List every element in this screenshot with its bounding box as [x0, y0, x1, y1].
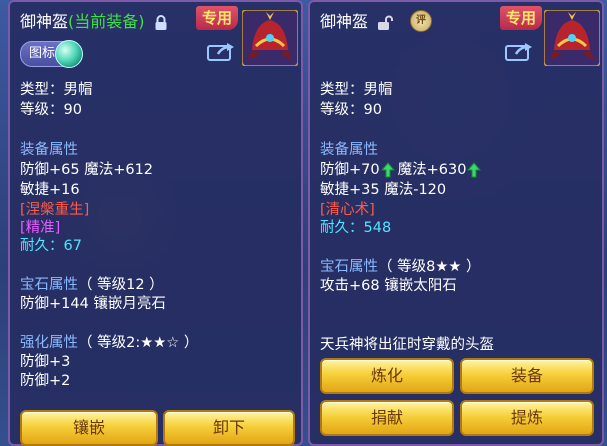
durability-label: 耐久： — [320, 220, 364, 236]
item-description: 天兵神将出征时穿戴的头盔 — [320, 337, 494, 353]
equip-attr-header: 装备属性 — [320, 142, 378, 158]
type-line: 类型：男帽 — [20, 82, 93, 98]
equipped-item-tooltip: 御神盔(当前装备) 专用 图标 类型：男帽 等级：90 装备属性 防御+65 魔… — [8, 0, 303, 446]
extract-button[interactable]: 提炼 — [460, 400, 594, 436]
helmet-icon — [544, 10, 600, 66]
enhance-header-line: 强化属性（ 等级2:★★☆ ） — [20, 333, 198, 353]
durability-line: 耐久：67 — [20, 236, 82, 256]
gem-header: 宝石属性 — [320, 259, 378, 275]
level-line: 等级：90 — [20, 102, 82, 118]
special-effect-1: [清心术] — [320, 202, 375, 218]
chip-label: 图标 — [29, 46, 56, 61]
gem-line: 攻击+68 镶嵌太阳石 — [320, 278, 457, 294]
item-name: 御神盔 — [20, 12, 69, 31]
orb-icon — [55, 40, 84, 68]
special-effect-1: [涅槃重生] — [20, 202, 90, 218]
equip-attr-header: 装备属性 — [20, 142, 78, 158]
icon-toggle-chip[interactable]: 图标 — [20, 40, 84, 68]
type-line: 类型：男帽 — [320, 82, 393, 98]
refine-button[interactable]: 炼化 — [320, 358, 454, 394]
helmet-icon — [242, 10, 298, 66]
appraisal-coin-icon[interactable]: 评 — [410, 10, 432, 32]
gem-header-line: 宝石属性（ 等级8★★ ） — [320, 257, 480, 277]
attr-magic: 魔法+630 — [397, 162, 467, 178]
item-title: 御神盔 — [320, 8, 394, 32]
gem-level: （ 等级8★★ ） — [378, 259, 481, 275]
durability-value: 548 — [363, 220, 392, 236]
unlock-icon[interactable] — [377, 15, 394, 31]
level-line: 等级：90 — [320, 102, 382, 118]
attr-line-2: 敏捷+35 魔法-120 — [320, 182, 447, 198]
inlay-button[interactable]: 镶嵌 — [20, 410, 158, 446]
enhance-line-2: 防御+2 — [20, 373, 71, 389]
gem-line: 防御+144 镶嵌月亮石 — [20, 296, 166, 312]
share-icon[interactable] — [206, 42, 236, 62]
lock-icon[interactable] — [154, 14, 168, 31]
attr-line-2: 敏捷+16 — [20, 182, 80, 198]
item-name: 御神盔 — [320, 12, 369, 31]
up-arrow-icon — [467, 162, 482, 178]
equipped-status: (当前装备) — [68, 12, 145, 31]
equip-button[interactable]: 装备 — [460, 358, 594, 394]
item-title: 御神盔(当前装备) — [20, 8, 168, 32]
durability-line: 耐久：548 — [320, 218, 391, 238]
exclusive-badge: 专用 — [196, 6, 239, 30]
attr-line-1: 防御+65 魔法+612 — [20, 162, 154, 178]
enhance-level: （ 等级2:★★☆ ） — [78, 335, 199, 351]
durability-value: 67 — [63, 238, 82, 254]
compare-item-tooltip: 御神盔 评 专用 类型：男帽 等级：90 装备属性 防御+70 魔法+630 敏捷… — [308, 0, 604, 446]
gem-header-line: 宝石属性（ 等级12 ） — [20, 275, 164, 295]
up-arrow-icon — [380, 162, 395, 178]
attr-defense: 防御+70 — [320, 162, 380, 178]
unequip-button[interactable]: 卸下 — [163, 410, 295, 446]
attr-line-1: 防御+70 魔法+630 — [320, 160, 484, 180]
exclusive-badge: 专用 — [500, 6, 543, 30]
enhance-line-1: 防御+3 — [20, 354, 71, 370]
durability-label: 耐久： — [20, 238, 64, 254]
special-effect-2: [精准] — [20, 220, 61, 236]
share-icon[interactable] — [504, 42, 534, 62]
donate-button[interactable]: 捐献 — [320, 400, 454, 436]
enhance-header: 强化属性 — [20, 335, 78, 351]
gem-level: （ 等级12 ） — [78, 277, 164, 293]
gem-header: 宝石属性 — [20, 277, 78, 293]
